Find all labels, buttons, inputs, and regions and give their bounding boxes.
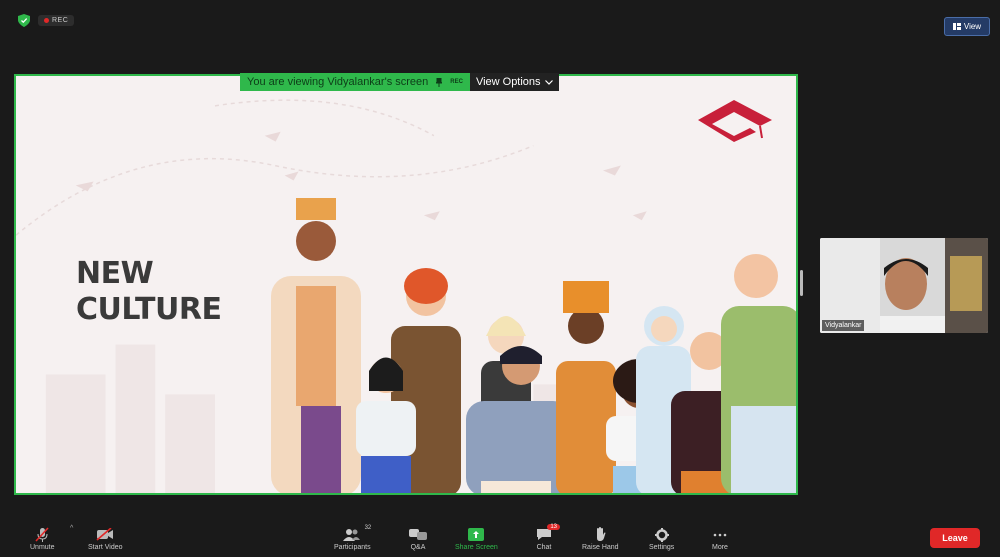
- more-label: More: [712, 544, 728, 551]
- view-options-label: View Options: [475, 76, 541, 88]
- recording-label: REC: [52, 17, 69, 24]
- leave-button[interactable]: Leave: [930, 528, 980, 548]
- panel-resize-handle[interactable]: [800, 270, 803, 296]
- qa-button[interactable]: Q&A: [409, 527, 427, 551]
- brand-logo: [698, 100, 772, 142]
- leave-label: Leave: [942, 533, 968, 543]
- share-screen-label: Share Screen: [455, 544, 498, 551]
- share-status: You are viewing Vidyalankar's screen REC: [240, 73, 470, 91]
- settings-label: Settings: [649, 544, 675, 551]
- participants-label: Participants: [334, 544, 371, 551]
- chat-unread-badge: 13: [547, 524, 560, 530]
- view-grid-icon: [952, 23, 961, 30]
- share-rec-label: REC: [450, 79, 463, 85]
- microphone-muted-icon: [35, 527, 49, 542]
- view-button[interactable]: View: [944, 17, 990, 36]
- chat-label: Chat: [536, 544, 552, 551]
- video-camera-off-icon: [96, 528, 114, 541]
- recording-indicator[interactable]: REC: [38, 15, 75, 26]
- share-screen-button[interactable]: Share Screen: [455, 527, 498, 551]
- audio-options-caret-icon[interactable]: ^: [70, 525, 73, 532]
- raise-hand-label: Raise Hand: [582, 544, 619, 551]
- qa-label: Q&A: [410, 544, 426, 551]
- security-shield-icon[interactable]: [18, 14, 30, 27]
- meeting-status: REC: [18, 14, 75, 27]
- more-button[interactable]: More: [712, 527, 728, 551]
- slide-title: NEW CULTURE: [76, 256, 222, 328]
- slide-title-line1: NEW: [76, 256, 154, 291]
- view-button-label: View: [963, 22, 982, 31]
- more-dots-icon: [713, 533, 727, 536]
- raise-hand-icon: [597, 527, 606, 541]
- unmute-button[interactable]: Unmute: [30, 527, 55, 551]
- chat-button[interactable]: 13 Chat: [536, 524, 560, 551]
- recording-dot-icon: [44, 18, 49, 23]
- pin-icon[interactable]: [436, 77, 443, 87]
- participant-video-tile[interactable]: Vidyalankar: [820, 238, 988, 333]
- qa-bubbles-icon: [409, 529, 427, 540]
- share-status-message: You are viewing Vidyalankar's screen: [247, 76, 429, 88]
- shared-screen[interactable]: NEW CULTURE: [14, 74, 798, 495]
- participants-button[interactable]: 32 Participants: [334, 525, 372, 551]
- participants-icon: [343, 529, 361, 541]
- participant-video-feed: [820, 238, 988, 333]
- screen-share-banner: You are viewing Vidyalankar's screen REC…: [240, 73, 559, 91]
- slide-title-line2: CULTURE: [76, 292, 222, 327]
- share-screen-icon: [468, 528, 485, 541]
- settings-button[interactable]: Settings: [649, 527, 674, 551]
- participant-name-label: Vidyalankar: [822, 320, 865, 331]
- diverse-people-illustration: [271, 198, 796, 493]
- start-video-button[interactable]: Start Video: [88, 527, 123, 551]
- start-video-label: Start Video: [88, 544, 123, 551]
- meeting-toolbar: Unmute ^ Start Video 32 Participants Q&A…: [0, 522, 1000, 557]
- gear-icon: [654, 527, 669, 542]
- unmute-label: Unmute: [30, 544, 55, 551]
- participants-count: 32: [364, 525, 372, 531]
- chevron-down-icon: [544, 79, 553, 85]
- raise-hand-button[interactable]: Raise Hand: [582, 527, 619, 551]
- view-options-button[interactable]: View Options: [469, 73, 559, 91]
